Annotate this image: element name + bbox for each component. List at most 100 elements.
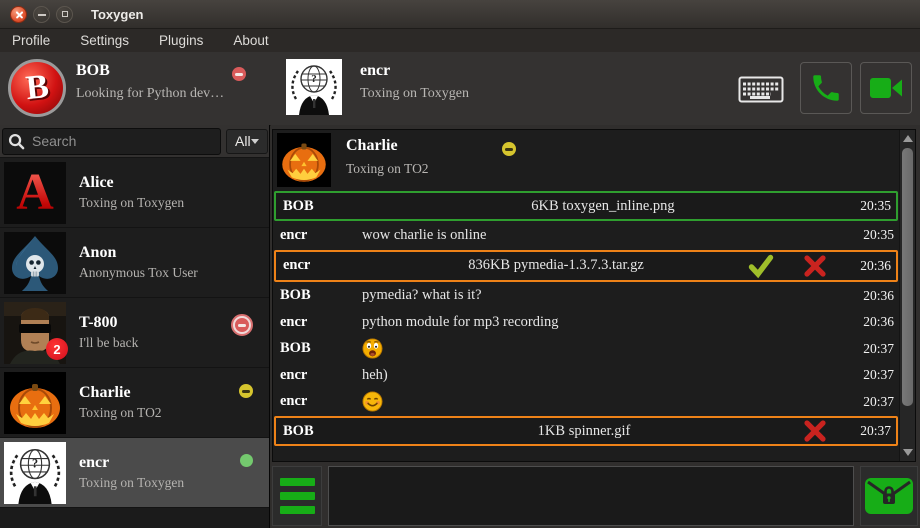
- file-name: 836KB pymedia-1.3.7.3.tar.gz: [365, 257, 747, 274]
- contact-row-alice[interactable]: A Alice Toxing on Toxygen: [0, 158, 269, 228]
- chat-group-header: Charlie Toxing on TO2: [273, 130, 915, 190]
- message-row: encr wow charlie is online 20:35: [273, 222, 899, 249]
- scrollbar-thumb[interactable]: [902, 148, 913, 406]
- self-avatar[interactable]: B: [8, 59, 66, 117]
- phone-icon: [809, 71, 843, 105]
- message-row: encr 20:37: [273, 389, 899, 416]
- contact-row-encr[interactable]: encr Toxing on Toxygen: [0, 438, 269, 508]
- file-transfer-row: BOB 1KB spinner.gif 20:37: [274, 416, 898, 446]
- message-row: encr python module for mp3 recording 20:…: [273, 309, 899, 336]
- file-name: 6KB toxygen_inline.png: [365, 198, 841, 215]
- away-status-icon: [239, 384, 253, 398]
- contact-row-t800[interactable]: T-800 I'll be back 2: [0, 298, 269, 368]
- message-author: BOB: [273, 287, 362, 304]
- video-camera-icon: [868, 74, 904, 102]
- message-author: encr: [273, 227, 362, 244]
- search-box: [2, 128, 221, 155]
- menu-profile[interactable]: Profile: [12, 33, 50, 48]
- contact-name: encr: [79, 454, 184, 472]
- charlie-avatar: [277, 133, 331, 187]
- busy-status-icon: [231, 314, 253, 336]
- search-icon: [8, 133, 25, 150]
- active-contact-status-message: Toxing on Toxygen: [360, 86, 469, 102]
- toxygen-window: Toxygen Profile Settings Plugins About B…: [0, 0, 920, 528]
- contact-status-message: Toxing on Toxygen: [79, 475, 184, 491]
- contact-row-anon[interactable]: Anon Anonymous Tox User: [0, 228, 269, 298]
- message-row: encr heh) 20:37: [273, 362, 899, 389]
- message-time: 20:35: [841, 198, 896, 214]
- message-time: 20:37: [841, 423, 896, 439]
- message-author: encr: [276, 257, 365, 274]
- cancel-file-icon[interactable]: [803, 419, 827, 443]
- message-input[interactable]: [328, 466, 854, 526]
- contact-status-message: Anonymous Tox User: [79, 265, 198, 281]
- contact-name: Charlie: [79, 384, 162, 402]
- active-contact-avatar: [286, 59, 342, 115]
- minimize-window-icon[interactable]: [33, 6, 50, 23]
- charlie-avatar: [4, 372, 66, 434]
- hamburger-menu-icon: [280, 478, 315, 486]
- contact-filter-value: All: [235, 133, 251, 149]
- contact-status-message: Toxing on Toxygen: [79, 195, 184, 211]
- window-title: Toxygen: [91, 7, 144, 22]
- chat-header-name: Charlie: [346, 137, 398, 155]
- send-message-button[interactable]: [860, 466, 918, 526]
- contact-status-message: I'll be back: [79, 335, 138, 351]
- message-list: BOB 6KB toxygen_inline.png 20:35 encr wo…: [273, 190, 899, 461]
- active-contact-name: encr: [360, 62, 390, 80]
- menu-settings[interactable]: Settings: [80, 33, 129, 48]
- message-text: heh): [362, 367, 844, 384]
- contact-name: T-800: [79, 314, 138, 332]
- search-row: All: [0, 125, 269, 158]
- chevron-down-icon: [251, 139, 259, 144]
- message-text: pymedia? what is it?: [362, 287, 844, 304]
- contact-name: Alice: [79, 174, 184, 192]
- message-time: 20:35: [844, 227, 899, 243]
- message-author: BOB: [273, 340, 362, 357]
- message-time: 20:37: [844, 394, 899, 410]
- message-time: 20:36: [841, 258, 896, 274]
- away-status-icon: [502, 142, 516, 156]
- message-text: wow charlie is online: [362, 227, 844, 244]
- menu-plugins[interactable]: Plugins: [159, 33, 203, 48]
- chat-column: Charlie Toxing on TO2 BOB 6KB toxygen_in…: [271, 125, 920, 528]
- smile-smiley-icon: [362, 391, 383, 412]
- title-bar: Toxygen: [0, 0, 920, 29]
- contact-name: Anon: [79, 244, 198, 262]
- attachments-menu-button[interactable]: [272, 466, 322, 526]
- message-author: encr: [273, 393, 362, 410]
- file-name: 1KB spinner.gif: [365, 423, 803, 440]
- unread-count-badge: 2: [46, 338, 68, 360]
- encr-avatar: [4, 442, 66, 504]
- contact-row-charlie[interactable]: Charlie Toxing on TO2: [0, 368, 269, 438]
- message-text: python module for mp3 recording: [362, 314, 844, 331]
- chat-scrollbar: [899, 130, 915, 461]
- top-panel: B BOB Looking for Python dev… encr Toxin…: [0, 52, 920, 126]
- accept-file-icon[interactable]: [747, 253, 775, 279]
- self-busy-status-icon: [232, 67, 246, 81]
- message-time: 20:37: [844, 367, 899, 383]
- scroll-up-icon[interactable]: [903, 135, 913, 142]
- online-status-icon: [240, 454, 253, 467]
- anon-avatar: [4, 232, 66, 294]
- maximize-window-icon[interactable]: [56, 6, 73, 23]
- close-window-icon[interactable]: [10, 6, 27, 23]
- scroll-down-icon[interactable]: [903, 449, 913, 456]
- contact-status-message: Toxing on TO2: [79, 405, 162, 421]
- message-author: BOB: [276, 198, 365, 215]
- chat-history: Charlie Toxing on TO2 BOB 6KB toxygen_in…: [272, 129, 916, 462]
- decline-file-icon[interactable]: [803, 254, 827, 278]
- menu-about[interactable]: About: [233, 33, 268, 48]
- file-transfer-row: encr 836KB pymedia-1.3.7.3.tar.gz 20:36: [274, 250, 898, 282]
- contact-filter-dropdown[interactable]: All: [226, 129, 268, 154]
- file-transfer-row: BOB 6KB toxygen_inline.png 20:35: [274, 191, 898, 221]
- message-row: BOB: [273, 336, 899, 363]
- search-input[interactable]: [30, 132, 215, 150]
- audio-call-button[interactable]: [800, 62, 852, 114]
- typing-keyboard-icon: [738, 76, 784, 103]
- message-time: 20:36: [844, 288, 899, 304]
- self-status-message: Looking for Python dev…: [76, 86, 224, 102]
- video-call-button[interactable]: [860, 62, 912, 114]
- contact-sidebar: All A Alice Toxing on Toxygen: [0, 125, 270, 528]
- self-name: BOB: [76, 62, 110, 80]
